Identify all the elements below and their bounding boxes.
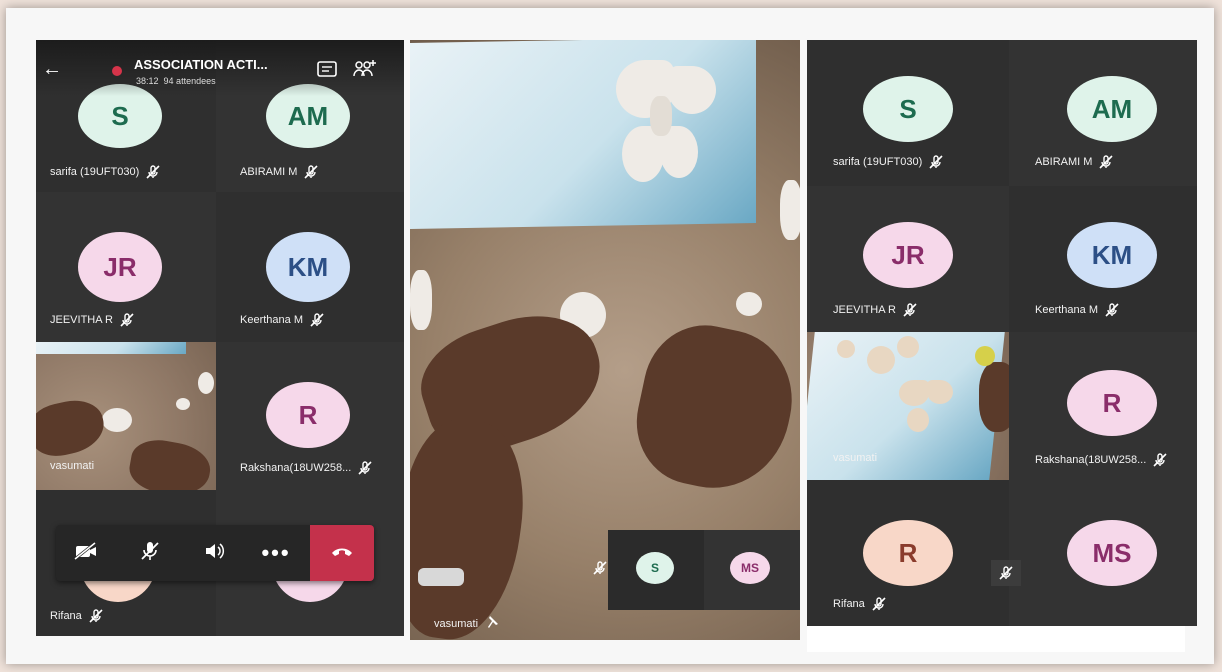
hang-up-icon	[330, 544, 354, 563]
mic-muted-icon	[145, 164, 161, 180]
mic-muted-icon	[991, 560, 1021, 586]
chat-icon[interactable]	[316, 60, 338, 85]
avatar: R	[1067, 370, 1157, 436]
mic-off-icon	[139, 540, 161, 567]
participant-name: sarifa (19UFT030)	[833, 154, 944, 170]
speaker-button[interactable]	[184, 525, 244, 581]
avatar: MS	[1067, 520, 1157, 586]
back-arrow-icon[interactable]: ←	[42, 58, 62, 81]
thumbnail-avatar: MS	[730, 552, 770, 584]
participant-tile[interactable]: KM Keerthana M	[1009, 186, 1197, 332]
participant-name: Rakshana(18UW258...	[1035, 452, 1168, 468]
mic-muted-icon	[1104, 302, 1120, 318]
participant-tile[interactable]: S sarifa (19UFT030)	[807, 40, 1009, 186]
participant-tile[interactable]: KM Keerthana M	[216, 192, 404, 342]
presenter-name: vasumati	[434, 614, 500, 633]
more-options-button[interactable]: •••	[246, 525, 306, 581]
participant-tile[interactable]: R Rifana	[807, 480, 1009, 626]
avatar: R	[863, 520, 953, 586]
thumbnail-tile[interactable]: MS	[704, 530, 800, 610]
avatar: JR	[78, 232, 162, 302]
right-phone-nav-bar	[807, 626, 1185, 652]
mic-muted-icon	[871, 596, 887, 612]
participant-name: Rakshana(18UW258...	[240, 460, 373, 476]
recording-indicator-icon	[112, 66, 122, 76]
meeting-title: ASSOCIATION ACTI...	[134, 57, 268, 72]
center-phone-screen: S MS vasumati	[410, 40, 800, 640]
avatar: R	[266, 382, 350, 448]
add-people-icon[interactable]	[352, 58, 378, 85]
participant-name: sarifa (19UFT030)	[50, 164, 161, 180]
speaker-icon	[203, 541, 225, 566]
participant-name: JEEVITHA R	[50, 312, 135, 328]
mic-muted-icon	[309, 312, 325, 328]
avatar: S	[863, 76, 953, 142]
meeting-duration: 38:12	[136, 76, 159, 86]
avatar: KM	[1067, 222, 1157, 288]
participant-name: Keerthana M	[1035, 302, 1120, 318]
hang-up-button[interactable]	[310, 525, 374, 581]
camera-off-icon	[73, 541, 99, 566]
mic-muted-icon	[928, 154, 944, 170]
participant-name: ABIRAMI M	[1035, 154, 1114, 170]
meeting-info: 38:12 94 attendees	[136, 76, 216, 86]
participant-tile[interactable]: JR JEEVITHA R	[807, 186, 1009, 332]
more-icon: •••	[261, 540, 291, 565]
attendee-count: 94 attendees	[163, 76, 216, 86]
mic-muted-icon	[1152, 452, 1168, 468]
mic-muted-icon	[1098, 154, 1114, 170]
mic-muted-icon	[902, 302, 918, 318]
avatar: AM	[1067, 76, 1157, 142]
participant-name: Keerthana M	[240, 312, 325, 328]
participant-tile[interactable]: R Rakshana(18UW258...	[216, 342, 404, 490]
participant-name: ABIRAMI M	[240, 164, 319, 180]
participant-name: Rifana	[50, 608, 104, 624]
avatar: KM	[266, 232, 350, 302]
mute-button[interactable]	[120, 525, 180, 581]
mic-muted-icon	[119, 312, 135, 328]
participant-tile[interactable]: AM ABIRAMI M	[1009, 40, 1197, 186]
left-phone-screen: S sarifa (19UFT030) AM ABIRAMI M JR JEEV…	[36, 40, 404, 636]
camera-off-button[interactable]	[56, 525, 116, 581]
participant-name: vasumati	[50, 460, 95, 472]
mic-muted-icon	[88, 608, 104, 624]
mic-muted-icon	[357, 460, 373, 476]
participant-tile[interactable]: R Rakshana(18UW258...	[1009, 332, 1197, 480]
pin-icon[interactable]	[484, 614, 500, 633]
participant-name: Rifana	[833, 596, 887, 612]
meeting-header: ← ASSOCIATION ACTI... 38:12 94 attendees	[36, 40, 404, 96]
mic-muted-icon	[592, 560, 608, 581]
avatar: JR	[863, 222, 953, 288]
thumbnail-avatar[interactable]: S	[636, 552, 674, 584]
participant-name: vasumati	[833, 452, 878, 464]
participant-tile[interactable]: MS	[991, 480, 1197, 626]
participant-thumbnails: S MS	[593, 530, 800, 610]
participant-video-tile[interactable]: vasumati	[807, 332, 1009, 480]
mic-muted-icon	[303, 164, 319, 180]
call-controls-toolbar: •••	[56, 525, 374, 581]
right-phone-screen: S sarifa (19UFT030) AM ABIRAMI M JR JEEV…	[807, 40, 1197, 626]
participant-tile[interactable]: JR JEEVITHA R	[36, 192, 216, 342]
participant-video-tile[interactable]: vasumati	[36, 342, 216, 490]
participant-name: JEEVITHA R	[833, 302, 918, 318]
